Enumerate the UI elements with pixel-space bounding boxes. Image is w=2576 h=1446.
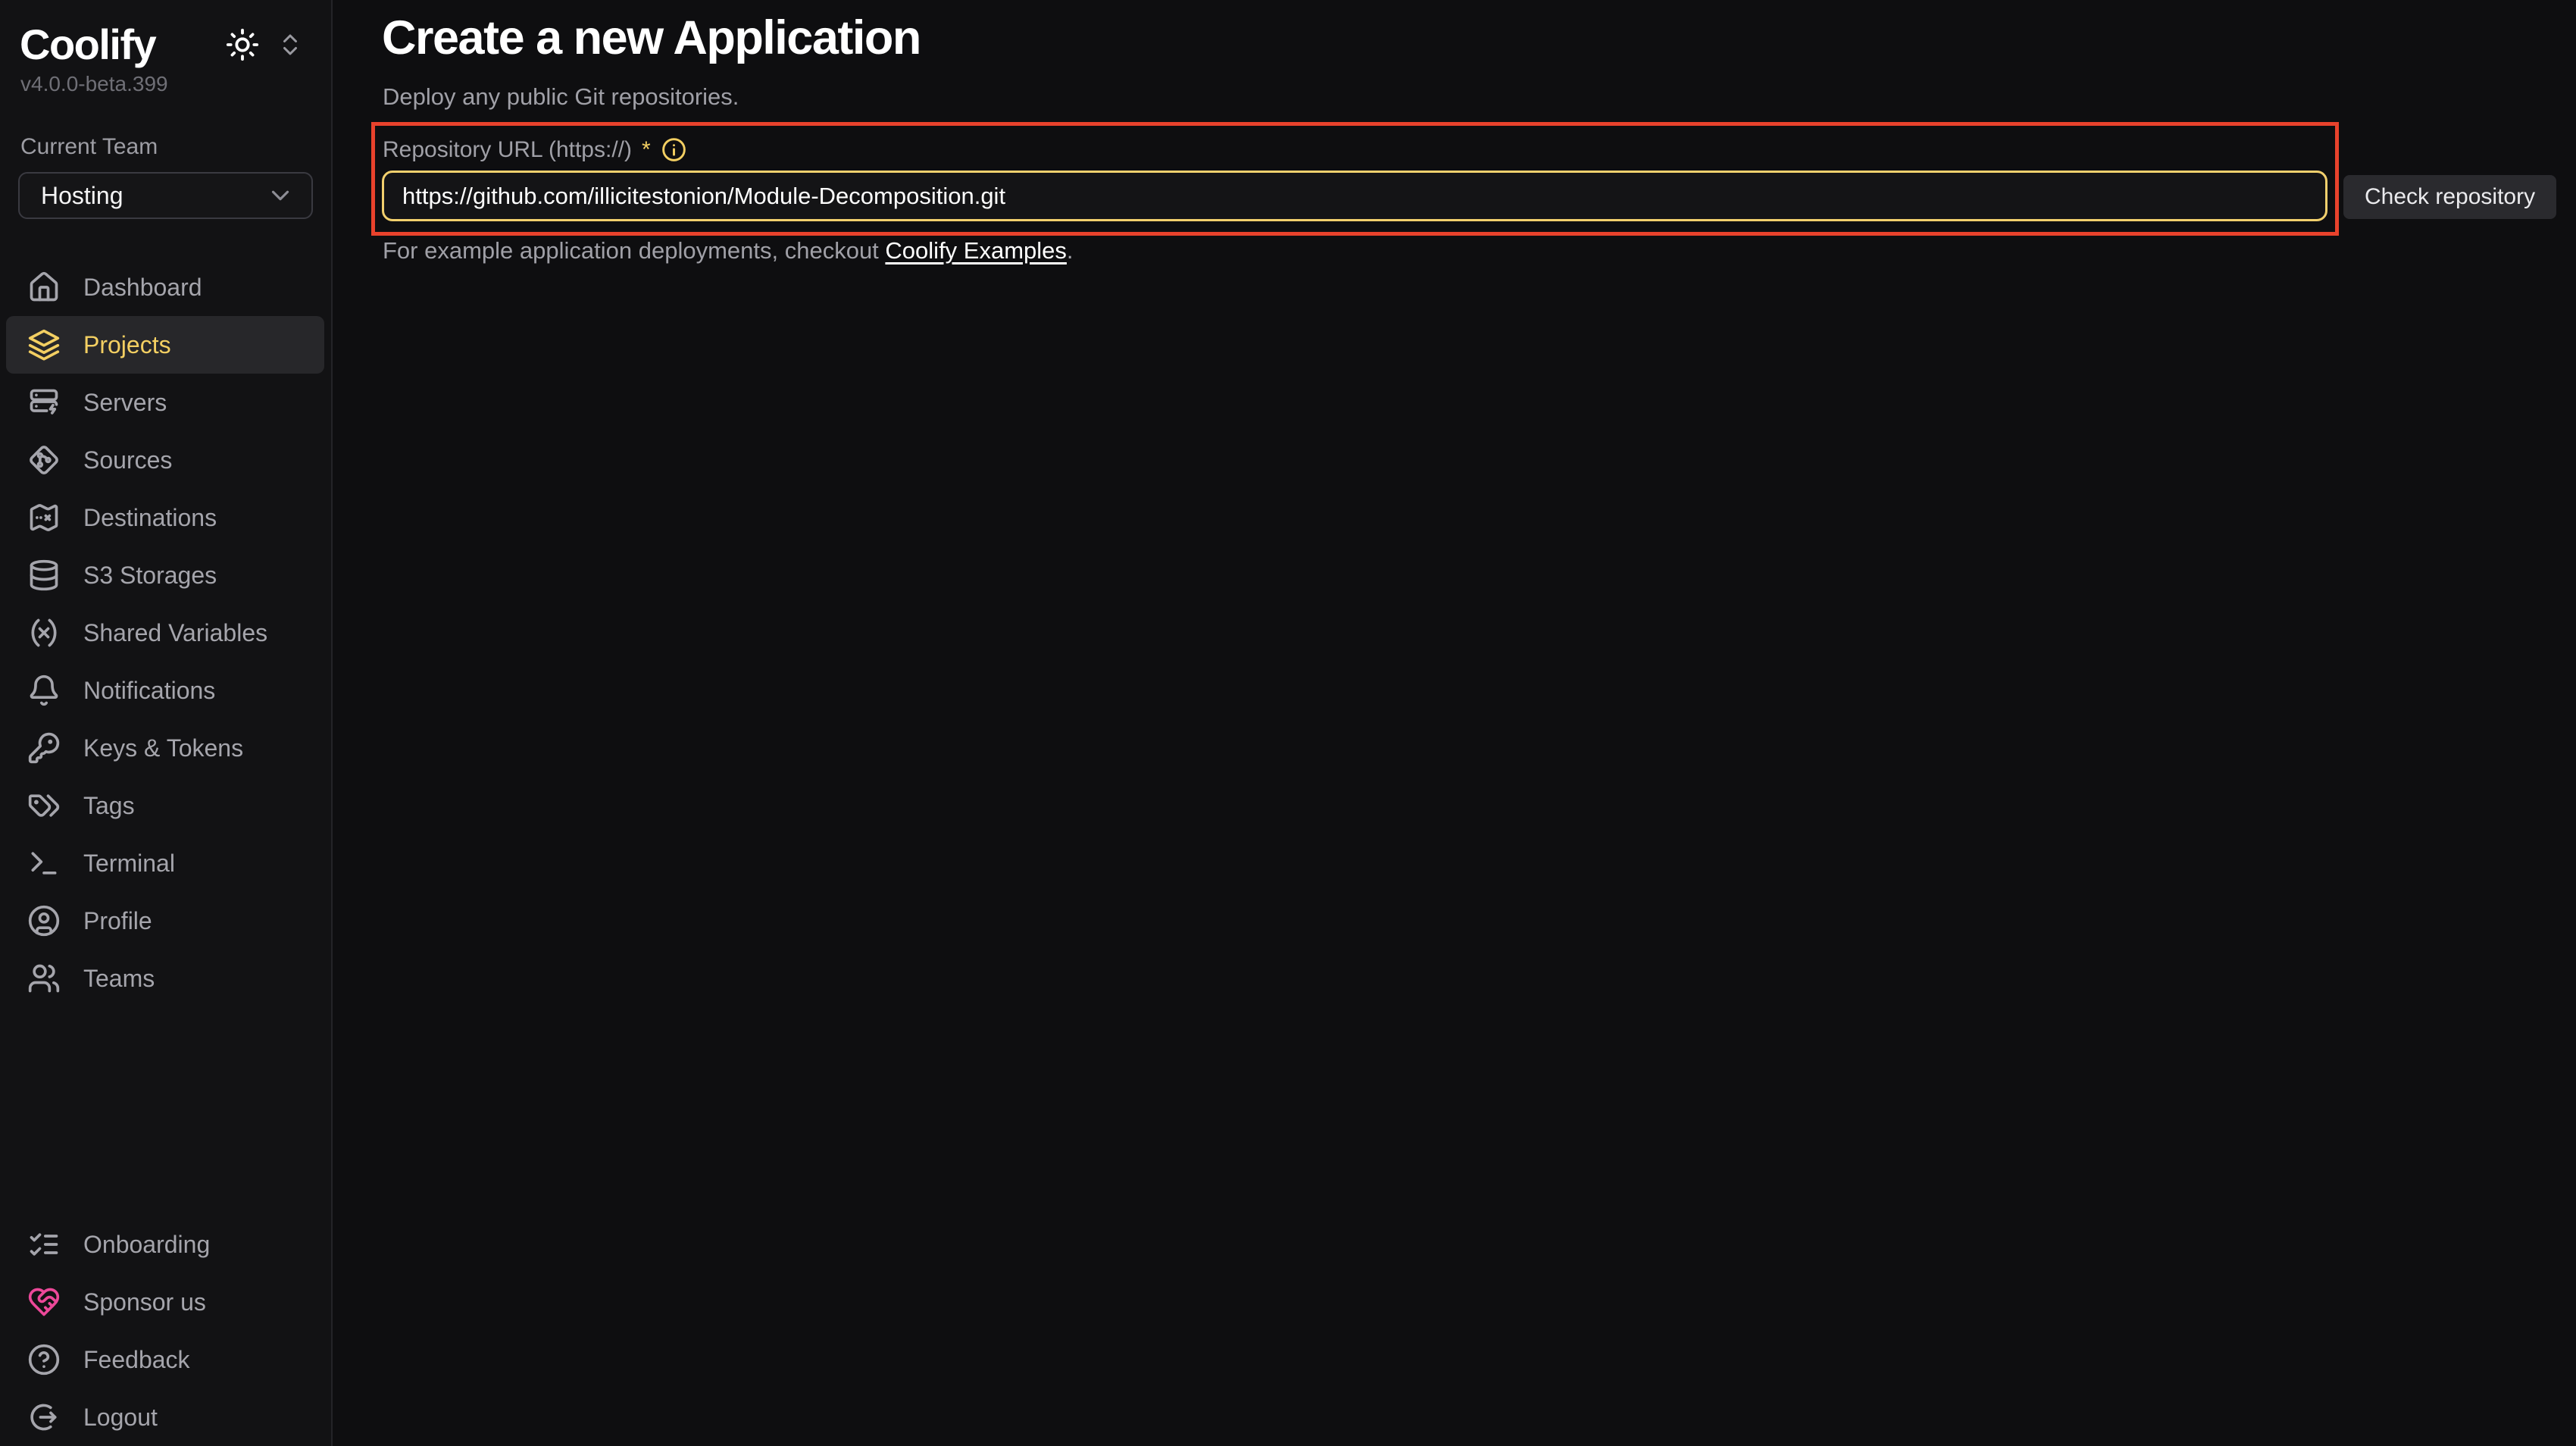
sidebar-item-label: Notifications — [83, 677, 215, 705]
brand-row: Coolify — [0, 0, 331, 69]
sidebar-item-label: Keys & Tokens — [83, 734, 243, 762]
page-subtitle: Deploy any public Git repositories. — [383, 83, 739, 111]
help-circle-icon — [27, 1343, 61, 1376]
sidebar-item-shared-variables[interactable]: Shared Variables — [6, 604, 324, 662]
chevrons-up-down-icon — [277, 31, 304, 58]
sidebar-item-keys-tokens[interactable]: Keys & Tokens — [6, 719, 324, 777]
key-icon — [27, 731, 61, 765]
theme-toggle-button[interactable] — [225, 27, 260, 62]
sidebar-footer-nav: Onboarding Sponsor us Feedback Logout — [6, 1216, 324, 1446]
sidebar-item-tags[interactable]: Tags — [6, 777, 324, 834]
sidebar-item-feedback[interactable]: Feedback — [6, 1331, 324, 1388]
sidebar-item-label: Terminal — [83, 850, 175, 878]
team-select[interactable]: Hosting — [18, 172, 313, 219]
sidebar-item-s3-storages[interactable]: S3 Storages — [6, 546, 324, 604]
sidebar-collapse-button[interactable] — [277, 31, 304, 58]
examples-hint: For example application deployments, che… — [383, 237, 1074, 264]
check-repository-button[interactable]: Check repository — [2343, 175, 2556, 219]
sidebar-item-profile[interactable]: Profile — [6, 892, 324, 950]
sidebar-item-destinations[interactable]: Destinations — [6, 489, 324, 546]
sidebar-item-onboarding[interactable]: Onboarding — [6, 1216, 324, 1273]
user-circle-icon — [27, 904, 61, 937]
sidebar-item-label: Servers — [83, 389, 167, 417]
repository-url-label-row: Repository URL (https://) * — [383, 136, 687, 163]
sidebar-item-servers[interactable]: Servers — [6, 374, 324, 431]
sidebar-item-label: Onboarding — [83, 1231, 210, 1259]
heart-handshake-icon — [27, 1285, 61, 1319]
server-icon — [27, 386, 61, 419]
sidebar-item-label: S3 Storages — [83, 562, 217, 590]
info-icon[interactable] — [661, 136, 687, 163]
sidebar-item-logout[interactable]: Logout — [6, 1388, 324, 1446]
app-version: v4.0.0-beta.399 — [0, 69, 331, 96]
repository-url-label: Repository URL (https://) — [383, 137, 632, 163]
tags-icon — [27, 789, 61, 822]
required-asterisk: * — [642, 137, 651, 163]
sidebar-item-projects[interactable]: Projects — [6, 316, 324, 374]
sidebar-item-terminal[interactable]: Terminal — [6, 834, 324, 892]
logout-icon — [27, 1401, 61, 1434]
sidebar-item-sources[interactable]: Sources — [6, 431, 324, 489]
page-title: Create a new Application — [382, 11, 921, 65]
list-checks-icon — [27, 1228, 61, 1261]
hint-text: For example application deployments, che… — [383, 237, 885, 264]
current-team-label: Current Team — [0, 96, 331, 160]
coolify-examples-link[interactable]: Coolify Examples — [885, 237, 1066, 264]
sidebar-item-label: Sponsor us — [83, 1288, 206, 1316]
home-icon — [27, 271, 61, 304]
sun-icon — [225, 27, 260, 62]
git-source-icon — [27, 443, 61, 477]
sidebar-item-label: Sources — [83, 446, 172, 474]
terminal-icon — [27, 847, 61, 880]
sidebar-item-label: Logout — [83, 1404, 158, 1432]
sidebar-item-teams[interactable]: Teams — [6, 950, 324, 1007]
sidebar-item-label: Dashboard — [83, 274, 202, 302]
main-content: Create a new Application Deploy any publ… — [334, 0, 2576, 1446]
app-logo: Coolify — [20, 20, 155, 69]
chevron-down-icon — [266, 181, 295, 210]
database-icon — [27, 559, 61, 592]
repository-url-input[interactable] — [382, 171, 2327, 221]
sidebar-item-label: Tags — [83, 792, 135, 820]
bell-icon — [27, 674, 61, 707]
map-icon — [27, 501, 61, 534]
sidebar-nav: Dashboard Projects Servers Sources Desti… — [6, 258, 324, 1007]
sidebar-item-dashboard[interactable]: Dashboard — [6, 258, 324, 316]
hint-period: . — [1067, 237, 1074, 264]
sidebar-item-label: Teams — [83, 965, 155, 993]
sidebar-item-label: Shared Variables — [83, 619, 267, 647]
layers-icon — [27, 328, 61, 362]
sidebar-item-label: Projects — [83, 331, 171, 359]
sidebar-item-label: Feedback — [83, 1346, 190, 1374]
team-select-value: Hosting — [41, 182, 123, 210]
users-icon — [27, 962, 61, 995]
sidebar-item-label: Profile — [83, 907, 152, 935]
sidebar-item-notifications[interactable]: Notifications — [6, 662, 324, 719]
sidebar: Coolify v4.0.0-beta.399 Current Team Hos… — [0, 0, 333, 1446]
variable-icon — [27, 616, 61, 649]
sidebar-item-label: Destinations — [83, 504, 217, 532]
sidebar-item-sponsor-us[interactable]: Sponsor us — [6, 1273, 324, 1331]
